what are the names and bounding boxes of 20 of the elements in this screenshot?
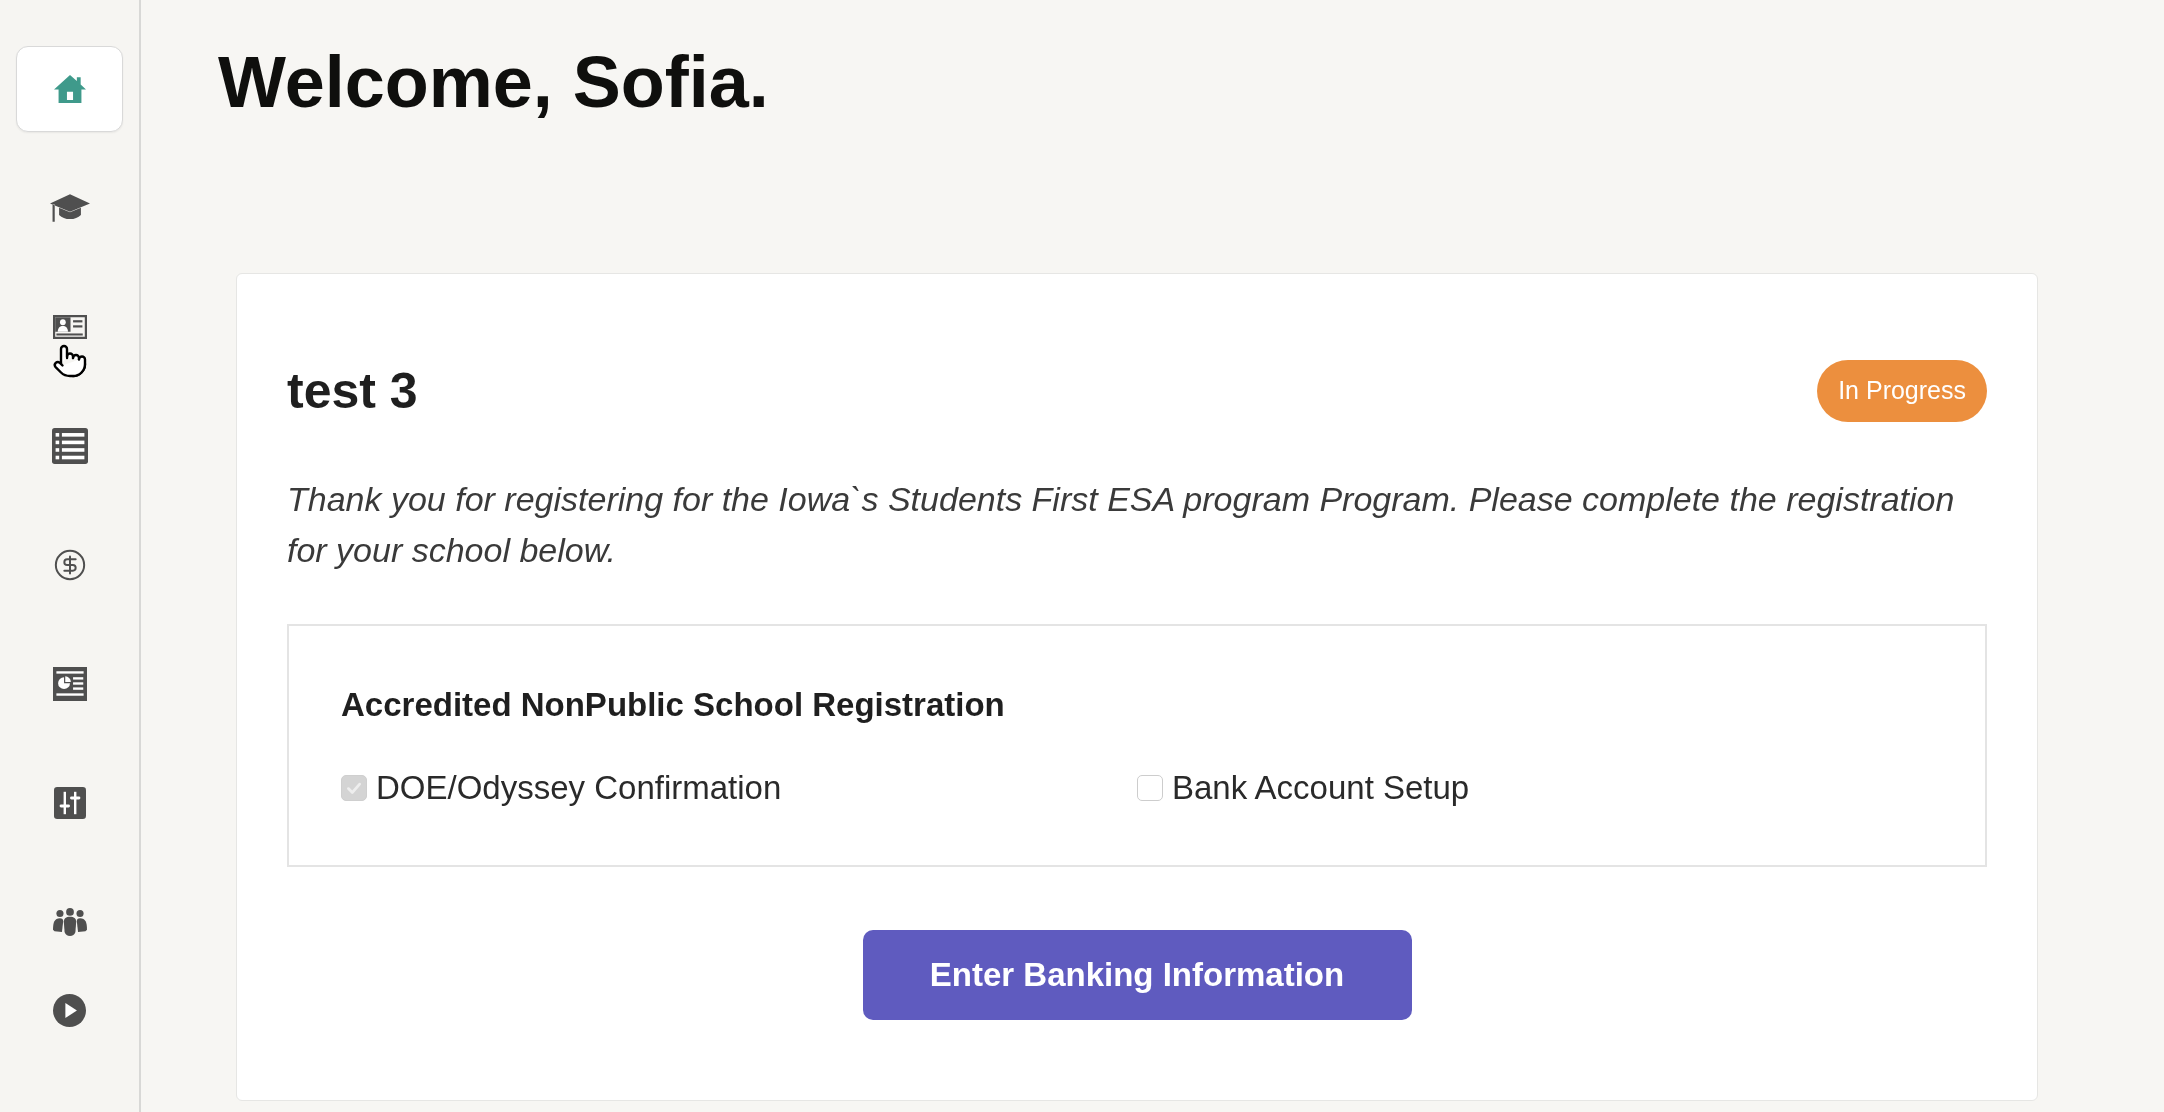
enter-banking-button[interactable]: Enter Banking Information — [862, 930, 1412, 1020]
graduation-cap-icon — [49, 194, 90, 222]
checkbox-label: Bank Account Setup — [1172, 768, 1470, 808]
description-text: Thank you for registering for the Iowa`s Students First ESA program Program. Please complete the registration for your school below. — [287, 479, 1956, 571]
checkbox[interactable] — [341, 775, 367, 801]
id-card-icon — [52, 315, 87, 339]
section-title: Accredited NonPublic School Registration — [341, 686, 1005, 724]
list-icon — [51, 428, 88, 464]
checkbox-label: DOE/Odyssey Confirmation — [376, 768, 782, 808]
play-circle-icon — [53, 993, 86, 1027]
home-icon — [53, 74, 86, 104]
status-badge: In Progress — [1817, 360, 1987, 422]
card-title: test 3 — [287, 362, 418, 421]
welcome-heading: Welcome, Sofia. — [218, 41, 769, 118]
dollar-circle-icon — [52, 548, 87, 582]
report-icon — [52, 667, 87, 701]
checkbox[interactable] — [1137, 775, 1163, 801]
people-group-icon — [52, 907, 87, 937]
nav-button[interactable] — [16, 46, 123, 132]
sliders-icon — [53, 787, 86, 819]
